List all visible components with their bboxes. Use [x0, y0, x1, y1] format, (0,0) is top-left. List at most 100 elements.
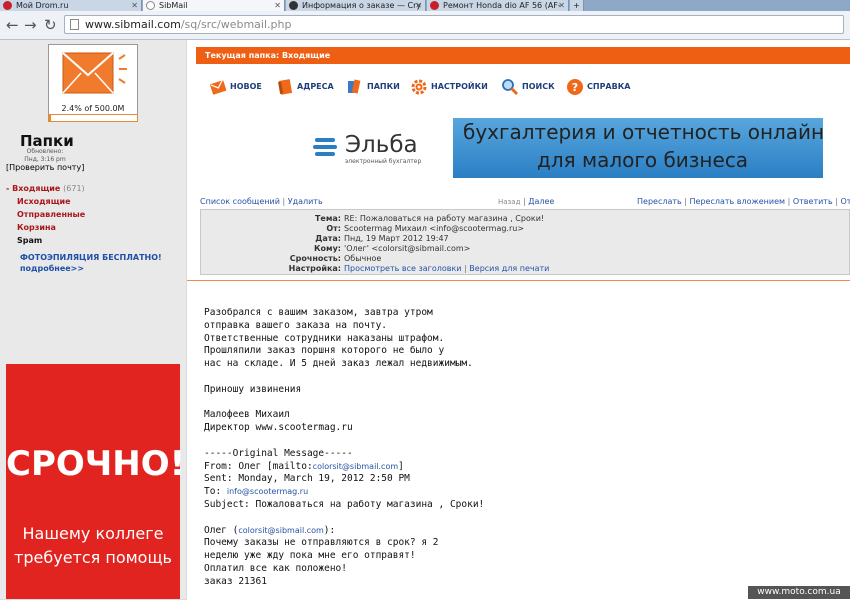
promo-line-2: подробнее>> [20, 264, 85, 273]
menu-help[interactable]: ? СПРАВКА [566, 78, 630, 96]
menu-addresses-label: АДРЕСА [297, 82, 334, 91]
reload-icon[interactable]: ↻ [44, 16, 57, 34]
elba-logo-icon [313, 138, 337, 156]
quote-email-link[interactable]: colorsit@sibmail.com [238, 526, 323, 535]
menu-compose[interactable]: НОВОЕ [209, 78, 262, 96]
quota-text: 2.4% of 500.0M [61, 104, 125, 113]
last-updated: Обновлено: Пнд, 3:16 pm [10, 148, 80, 164]
priority-value: Обычное [344, 254, 382, 263]
message-body-text: Разобрался с вашим заказом, завтра утром… [204, 307, 484, 589]
url-host: www.sibmail.com [85, 18, 181, 31]
close-tab-icon[interactable]: ✕ [274, 0, 281, 11]
quota-bar-fill [49, 115, 52, 121]
watermark: www.moto.com.ua [748, 586, 850, 599]
body-quoted-text: Почему заказы не отправляются в срок? я … [204, 537, 439, 587]
current-folder-header: Текущая папка: Входящие [196, 47, 850, 64]
banner-line-2: для малого бизнеса [537, 148, 749, 172]
envelope-logo-icon [62, 52, 127, 94]
priority-label: Срочность: [289, 254, 341, 263]
close-tab-icon[interactable]: ✕ [131, 0, 138, 11]
folder-outbox[interactable]: Исходящие [6, 195, 85, 208]
orig-from-suffix: ] [398, 460, 404, 472]
folder-sent[interactable]: Отправленные [6, 208, 85, 221]
sibmail-favicon-icon [146, 1, 155, 10]
promo-link[interactable]: ФОТОЭПИЛЯЦИЯ БЕСПЛАТНО! подробнее>> [20, 252, 162, 274]
browser-tab-3[interactable]: Информация о заказе — Cry ✕ [286, 0, 426, 11]
honda-favicon-icon [430, 1, 439, 10]
sidebar-ad[interactable]: СРОЧНО! Нашему коллеге требуется помощь [6, 364, 186, 599]
reply-link[interactable]: Ответить [793, 197, 833, 206]
promo-line-1: ФОТОЭПИЛЯЦИЯ БЕСПЛАТНО! [20, 253, 162, 262]
original-message-header: -----Original Message----- [204, 447, 353, 459]
check-mail-link[interactable]: [Проверить почту] [6, 163, 84, 172]
close-tab-icon[interactable]: ✕ [558, 0, 565, 11]
main-content: Текущая папка: Входящие НОВОЕ АДРЕСА ПАП… [187, 40, 850, 600]
ad-headline: СРОЧНО! [6, 444, 186, 484]
folder-trash[interactable]: Корзина [6, 221, 85, 234]
menu-settings-label: НАСТРОЙКИ [431, 82, 488, 91]
updated-label: Обновлено: [26, 148, 64, 155]
date-label: Дата: [315, 234, 341, 243]
message-list-link[interactable]: Список сообщений [200, 197, 280, 206]
ad-text-line-1: Нашему коллеге [22, 524, 164, 543]
browser-tab-1[interactable]: Мой Drom.ru ✕ [0, 0, 142, 11]
message-body: Разобрался с вашим заказом, завтра утром… [187, 280, 850, 600]
back-arrow-icon[interactable]: ← [6, 16, 19, 34]
folder-inbox[interactable]: - Входящие (671) [6, 182, 85, 195]
folder-spam[interactable]: Spam [6, 234, 85, 247]
browser-toolbar: ← → ↻ www.sibmail.com/sq/src/webmail.php [0, 11, 850, 40]
body-signature: Малофеев Михаил Директор www.scootermag.… [204, 409, 353, 434]
url-path: /sq/src/webmail.php [180, 18, 292, 31]
options-label: Настройка: [288, 264, 341, 273]
message-headers: Тема: RE: Пожаловаться на работу магазин… [200, 209, 850, 275]
menu-settings[interactable]: НАСТРОЙКИ [410, 78, 488, 96]
subject-value: RE: Пожаловаться на работу магазина , Ср… [344, 214, 545, 223]
address-bar[interactable]: www.sibmail.com/sq/src/webmail.php [64, 15, 844, 34]
print-version-link[interactable]: Версия для печати [469, 264, 549, 273]
forward-link[interactable]: Переслать [637, 197, 682, 206]
search-icon [502, 79, 519, 96]
menu-addresses[interactable]: АДРЕСА [276, 78, 334, 96]
menu-folders[interactable]: ПАПКИ [346, 78, 400, 96]
banner-line-1: бухгалтерия и отчетность онлайн [463, 120, 823, 144]
orig-to-email-link[interactable]: info@scootermag.ru [227, 487, 308, 496]
menu-search-label: ПОИСК [522, 82, 555, 91]
help-question-icon: ? [567, 79, 583, 95]
forward-attachment-link[interactable]: Переслать вложением [690, 197, 786, 206]
ad-text: Нашему коллеге требуется помощь [6, 522, 180, 570]
browser-tab-title: Ремонт Honda dio AF 56 (AF- [443, 1, 561, 10]
browser-tab-4[interactable]: Ремонт Honda dio AF 56 (AF- ✕ [427, 0, 569, 11]
view-all-headers-link[interactable]: Просмотреть все заголовки [344, 264, 461, 273]
menu-compose-label: НОВОЕ [230, 82, 262, 91]
gear-icon [411, 79, 427, 95]
body-apology: Приношу извинения [204, 383, 302, 395]
quote-prefix: Олег ( [204, 524, 239, 536]
orig-sent: Sent: Monday, March 19, 2012 2:50 PM [204, 473, 410, 485]
orig-subject: Subject: Пожаловаться на работу магазина… [204, 498, 485, 510]
next-link[interactable]: Далее [528, 197, 554, 206]
browser-tab-2[interactable]: SibMail ✕ [143, 0, 285, 11]
new-tab-button[interactable]: + [570, 0, 584, 11]
from-value: Scootermag Михаил <info@scootermag.ru> [344, 224, 525, 233]
sidebar: 2.4% of 500.0M Папки Обновлено: Пнд, 3:1… [0, 40, 186, 599]
date-value: Пнд, 19 Март 2012 19:47 [344, 234, 449, 243]
elba-banner-ad[interactable]: Эльба электронный бухгалтер бухгалтерия … [295, 118, 823, 178]
browser-tab-title: SibMail [159, 1, 188, 10]
quota-bar [48, 114, 138, 122]
page-icon [70, 19, 79, 30]
to-value: 'Олег' <colorsit@sibmail.com> [344, 244, 471, 253]
browser-tab-title: Мой Drom.ru [16, 1, 69, 10]
menu-help-label: СПРАВКА [587, 82, 631, 91]
delete-link[interactable]: Удалить [288, 197, 323, 206]
reply-all-link[interactable]: Отв [840, 197, 850, 206]
svg-text:?: ? [572, 81, 578, 94]
orig-from-email-link[interactable]: colorsit@sibmail.com [313, 462, 398, 471]
close-tab-icon[interactable]: ✕ [415, 0, 422, 11]
forward-arrow-icon[interactable]: → [24, 16, 37, 34]
folder-inbox-count: (671) [63, 184, 85, 193]
orig-to-prefix: To: [204, 486, 227, 498]
menu-search[interactable]: ПОИСК [501, 78, 555, 96]
body-paragraph-1: Разобрался с вашим заказом, завтра утром… [204, 307, 473, 370]
address-book-icon [278, 79, 293, 95]
message-nav-bar: Список сообщений | Удалить Назад | Далее… [200, 197, 850, 206]
